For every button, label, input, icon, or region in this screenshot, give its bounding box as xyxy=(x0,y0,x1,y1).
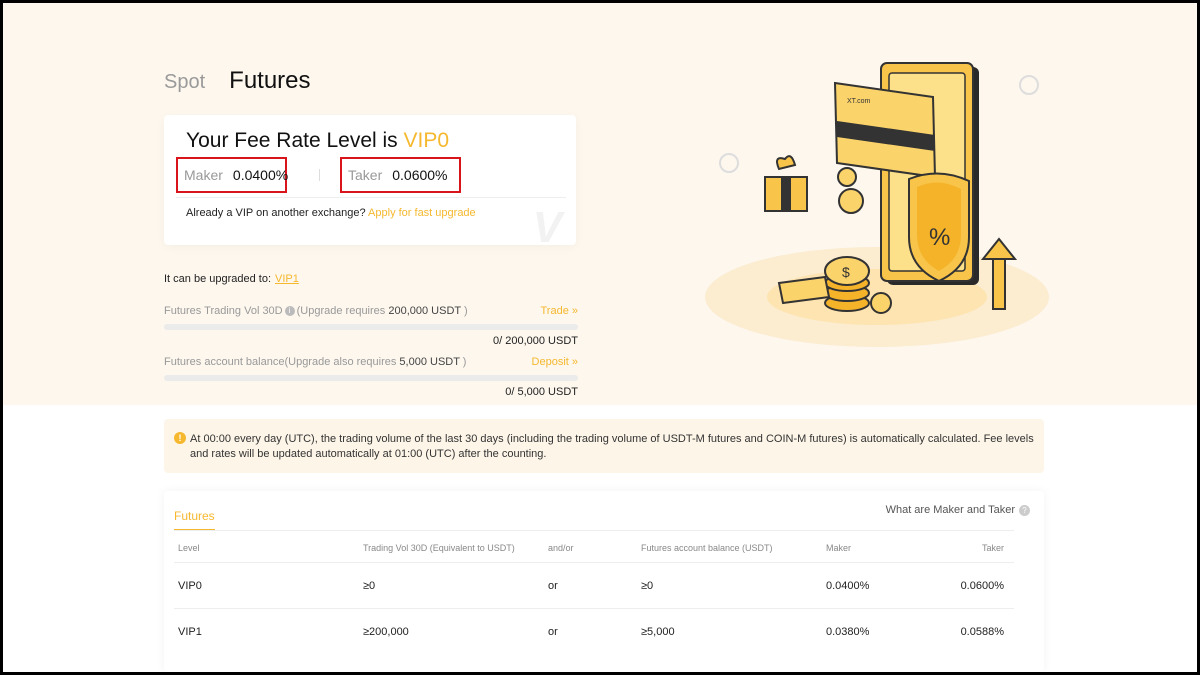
cell-maker: 0.0380% xyxy=(826,626,870,638)
trading-vol-label-group: Futures Trading Vol 30D i (Upgrade require… xyxy=(164,305,468,317)
trading-vol-amount: 0/ 200,000 USDT xyxy=(493,335,578,347)
brand-watermark: V xyxy=(532,203,562,245)
gift-box-icon xyxy=(764,155,808,212)
maker-label: Maker xyxy=(184,167,223,183)
trading-vol-label: Futures Trading Vol 30D xyxy=(164,305,283,317)
info-icon[interactable]: i xyxy=(284,306,295,317)
header-maker: Maker xyxy=(826,543,852,553)
maker-rate-highlight: Maker 0.0400% xyxy=(176,157,289,193)
page-frame: Spot Futures Your Fee Rate Level is VIP0… xyxy=(3,3,1197,672)
cell-level: VIP1 xyxy=(178,626,202,638)
deposit-link[interactable]: Deposit » xyxy=(532,356,578,368)
tab-spot[interactable]: Spot xyxy=(164,71,205,94)
coin-symbol-text: $ xyxy=(842,264,850,280)
balance-req-suffix: ) xyxy=(459,356,467,368)
calculation-notice: ! At 00:00 every day (UTC), the trading … xyxy=(164,419,1044,473)
balance-label: Futures account balance(Upgrade also req… xyxy=(164,356,400,368)
trading-vol-req-suffix: ) xyxy=(460,305,468,317)
warning-icon: ! xyxy=(174,432,186,444)
trading-vol-req-amount: 200,000 USDT xyxy=(388,305,461,317)
trading-vol-progress-bar xyxy=(164,324,578,330)
cell-level: VIP0 xyxy=(178,580,202,592)
balance-label-group: Futures account balance(Upgrade also req… xyxy=(164,356,466,368)
balance-progress-bar xyxy=(164,375,578,381)
upgrade-section: It can be upgraded to: VIP1 Futures Tradi… xyxy=(164,273,578,398)
vip-upgrade-note: Already a VIP on another exchange? Apply… xyxy=(186,207,476,219)
maker-taker-help-text[interactable]: What are Maker and Taker xyxy=(886,504,1015,516)
shield-percent-icon: % xyxy=(908,172,970,283)
fast-upgrade-link[interactable]: Apply for fast upgrade xyxy=(368,207,476,219)
rate-divider xyxy=(319,169,320,181)
cell-trading-vol: ≥0 xyxy=(363,580,376,592)
fee-table-card: Futures What are Maker and Taker? Level … xyxy=(164,491,1044,672)
tab-futures-table[interactable]: Futures xyxy=(174,509,215,531)
target-vip-link[interactable]: VIP1 xyxy=(275,273,299,285)
maker-taker-help[interactable]: What are Maker and Taker? xyxy=(886,504,1030,516)
cell-trading-vol: ≥200,000 xyxy=(363,626,409,638)
maker-value: 0.0400% xyxy=(232,167,289,183)
card-brand-text: XT.com xyxy=(847,98,871,105)
tab-futures[interactable]: Futures xyxy=(229,67,310,95)
help-icon[interactable]: ? xyxy=(1019,504,1030,516)
cell-and-or: or xyxy=(548,580,558,592)
balance-amount: 0/ 5,000 USDT xyxy=(505,386,578,398)
taker-label: Taker xyxy=(348,167,383,183)
fee-level-prefix: Your Fee Rate Level is xyxy=(186,129,404,152)
header-balance: Futures account balance (USDT) xyxy=(641,543,773,553)
current-vip-level: VIP0 xyxy=(403,129,450,152)
row-divider xyxy=(174,562,1014,563)
cell-balance: ≥5,000 xyxy=(641,626,675,638)
header-level: Level xyxy=(178,543,200,553)
taker-value: 0.0600% xyxy=(392,167,448,183)
cell-balance: ≥0 xyxy=(641,580,654,592)
header-trading-vol: Trading Vol 30D (Equivalent to USDT) xyxy=(363,543,515,553)
credit-card-icon: XT.com xyxy=(833,81,937,179)
trading-vol-req-prefix: (Upgrade requires xyxy=(296,305,389,317)
taker-rate-highlight: Taker 0.0600% xyxy=(340,157,461,193)
fee-rates-row: Maker 0.0400% Taker 0.0600% xyxy=(176,157,566,198)
vip-note-text: Already a VIP on another exchange? xyxy=(186,207,366,219)
trade-link[interactable]: Trade » xyxy=(540,305,578,317)
balance-req-amount: 5,000 USDT xyxy=(399,356,460,368)
fee-rate-card: Your Fee Rate Level is VIP0 Maker 0.0400… xyxy=(164,115,576,245)
market-tabs: Spot Futures xyxy=(164,67,311,95)
shield-symbol-text: % xyxy=(929,224,950,251)
cell-taker: 0.0588% xyxy=(960,626,1004,638)
balance-requirement: Futures account balance(Upgrade also req… xyxy=(164,356,578,398)
upgrade-title-text: It can be upgraded to: xyxy=(164,273,272,285)
notice-text: At 00:00 every day (UTC), the trading vo… xyxy=(190,433,1034,460)
cell-taker: 0.0600% xyxy=(960,580,1004,592)
upgrade-title: It can be upgraded to: VIP1 xyxy=(164,273,578,285)
coin-stack-icon: $ xyxy=(824,256,870,312)
header-taker: Taker xyxy=(981,543,1004,553)
cell-and-or: or xyxy=(548,626,558,638)
cell-maker: 0.0400% xyxy=(826,580,870,592)
header-and-or: and/or xyxy=(548,543,574,553)
row-divider xyxy=(174,608,1014,609)
fee-level-title: Your Fee Rate Level is VIP0 xyxy=(186,129,449,153)
trading-vol-requirement: Futures Trading Vol 30D i (Upgrade require… xyxy=(164,305,578,347)
fee-illustration: XT.com % $ xyxy=(705,62,1049,347)
table-tab-divider xyxy=(174,530,1014,531)
